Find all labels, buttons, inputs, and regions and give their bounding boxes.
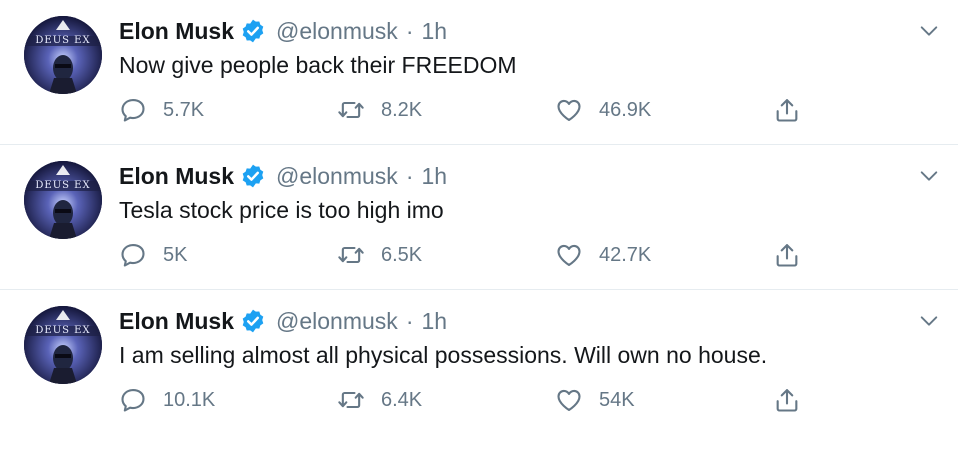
retweet-count: 8.2K xyxy=(381,98,423,121)
share-button[interactable] xyxy=(773,239,801,271)
author-name[interactable]: Elon Musk xyxy=(119,18,234,45)
avatar[interactable]: DEUS EX xyxy=(24,16,102,94)
retweet-button[interactable]: 8.2K xyxy=(337,94,422,126)
share-button[interactable] xyxy=(773,94,801,126)
retweet-button[interactable]: 6.4K xyxy=(337,384,422,416)
chevron-down-icon[interactable] xyxy=(918,165,940,187)
tweet-timestamp[interactable]: 1h xyxy=(421,308,447,335)
reply-count: 5K xyxy=(163,243,188,266)
avatar-image xyxy=(24,306,102,384)
tweet-actions: 5.7K 8.2K 46.9K xyxy=(119,94,819,126)
reply-count: 5.7K xyxy=(163,98,205,121)
share-icon xyxy=(776,99,798,122)
like-icon xyxy=(557,99,581,121)
tweet-header: Elon Musk @elonmusk · 1h xyxy=(119,16,447,46)
tweet-actions: 10.1K 6.4K 54K xyxy=(119,384,819,416)
avatar[interactable]: DEUS EX xyxy=(24,306,102,384)
retweet-button[interactable]: 6.5K xyxy=(337,239,422,271)
tweet[interactable]: DEUS EX Elon Musk @elonmusk · 1h Now giv… xyxy=(0,0,958,145)
retweet-icon xyxy=(338,101,364,119)
author-handle[interactable]: @elonmusk xyxy=(276,308,398,335)
separator-dot: · xyxy=(405,162,414,189)
share-icon xyxy=(776,389,798,412)
verified-badge-icon xyxy=(240,163,266,189)
like-button[interactable]: 54K xyxy=(555,384,635,416)
avatar-image xyxy=(24,161,102,239)
avatar-logo-text: DEUS EX xyxy=(35,180,91,191)
share-icon xyxy=(776,244,798,267)
like-icon xyxy=(557,244,581,266)
retweet-icon xyxy=(338,246,364,264)
reply-count: 10.1K xyxy=(163,388,216,411)
chevron-down-icon[interactable] xyxy=(918,310,940,332)
tweet-header: Elon Musk @elonmusk · 1h xyxy=(119,306,447,336)
tweet-feed: DEUS EX Elon Musk @elonmusk · 1h Now giv… xyxy=(0,0,958,435)
avatar-logo-text: DEUS EX xyxy=(35,35,91,46)
like-count: 42.7K xyxy=(599,243,652,266)
like-button[interactable]: 46.9K xyxy=(555,94,651,126)
separator-dot: · xyxy=(405,307,414,334)
tweet-text: I am selling almost all physical possess… xyxy=(119,342,768,368)
reply-icon xyxy=(121,99,145,122)
tweet[interactable]: DEUS EX Elon Musk @elonmusk · 1h Tesla s… xyxy=(0,145,958,290)
like-count: 46.9K xyxy=(599,98,652,121)
tweet[interactable]: DEUS EX Elon Musk @elonmusk · 1h I am se… xyxy=(0,290,958,435)
retweet-count: 6.5K xyxy=(381,243,423,266)
verified-badge-icon xyxy=(240,18,266,44)
like-button[interactable]: 42.7K xyxy=(555,239,651,271)
reply-button[interactable]: 5.7K xyxy=(119,94,204,126)
tweet-actions: 5K 6.5K 42.7K xyxy=(119,239,819,271)
author-name[interactable]: Elon Musk xyxy=(119,163,234,190)
reply-icon xyxy=(121,244,145,267)
like-icon xyxy=(557,389,581,411)
reply-button[interactable]: 5K xyxy=(119,239,187,271)
retweet-icon xyxy=(338,391,364,409)
avatar-logo-text: DEUS EX xyxy=(35,325,91,336)
tweet-text: Tesla stock price is too high imo xyxy=(119,197,444,223)
avatar-image xyxy=(24,16,102,94)
author-handle[interactable]: @elonmusk xyxy=(276,18,398,45)
avatar[interactable]: DEUS EX xyxy=(24,161,102,239)
reply-button[interactable]: 10.1K xyxy=(119,384,215,416)
author-name[interactable]: Elon Musk xyxy=(119,308,234,335)
author-handle[interactable]: @elonmusk xyxy=(276,163,398,190)
like-count: 54K xyxy=(599,388,635,411)
reply-icon xyxy=(121,389,145,412)
retweet-count: 6.4K xyxy=(381,388,423,411)
share-button[interactable] xyxy=(773,384,801,416)
tweet-timestamp[interactable]: 1h xyxy=(421,18,447,45)
tweet-timestamp[interactable]: 1h xyxy=(421,163,447,190)
tweet-header: Elon Musk @elonmusk · 1h xyxy=(119,161,447,191)
separator-dot: · xyxy=(405,17,414,44)
tweet-text: Now give people back their FREEDOM xyxy=(119,52,517,78)
chevron-down-icon[interactable] xyxy=(918,20,940,42)
verified-badge-icon xyxy=(240,308,266,334)
